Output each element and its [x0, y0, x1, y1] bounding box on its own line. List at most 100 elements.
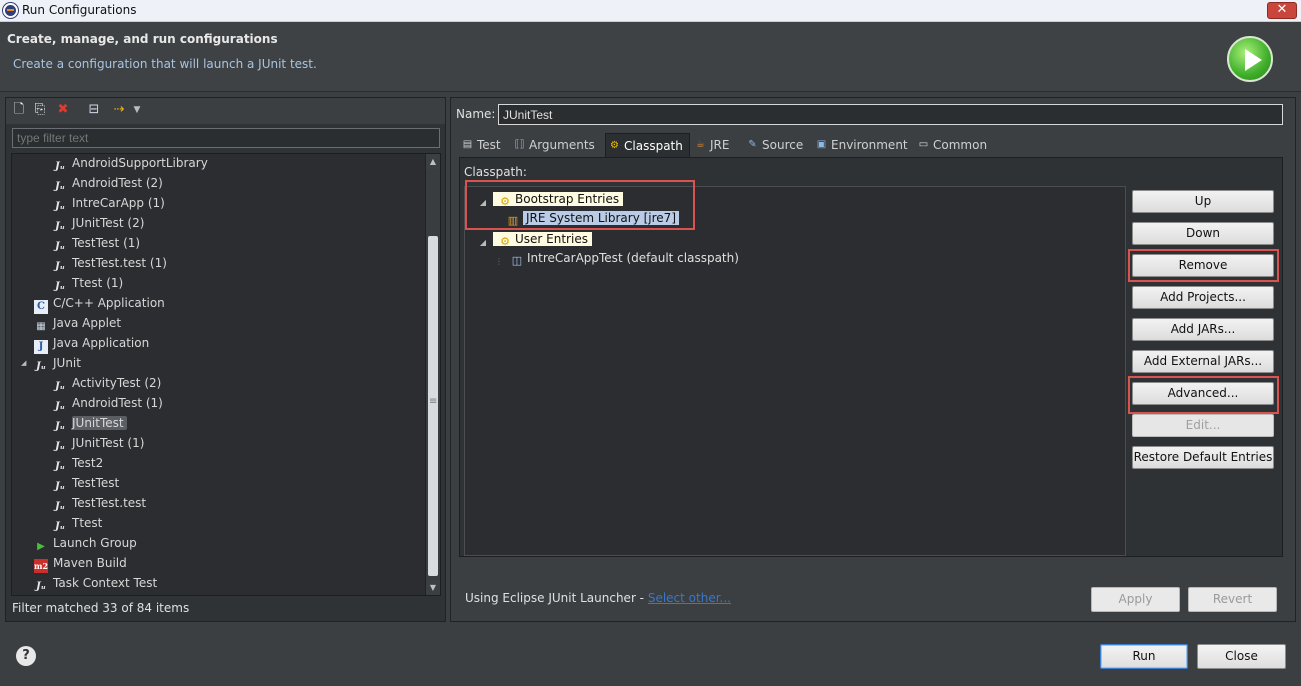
down-button[interactable]: Down [1132, 222, 1274, 245]
tab-label: JRE [710, 138, 730, 152]
tab-jre[interactable]: ☕ JRE [692, 133, 729, 157]
revert-button[interactable]: Revert [1188, 587, 1277, 612]
tree-item[interactable]: Jᵤ Task Context Test [34, 574, 157, 592]
configuration-tree: Jᵤ AndroidSupportLibrary Jᵤ AndroidTest (2)… [11, 153, 441, 596]
arguments-tab-icon: ⟦⟧ [514, 139, 525, 150]
tree-item[interactable]: Jᵤ TestTest.test (1) [53, 254, 167, 272]
test-tab-icon: ▤ [462, 139, 473, 150]
tree-item-label: AndroidTest (1) [72, 396, 163, 410]
tree-item[interactable]: Jᵤ AndroidTest (2) [53, 174, 163, 192]
tree-item[interactable]: Jᵤ TestTest.test [53, 494, 146, 512]
tab-label: Environment [831, 138, 908, 152]
configuration-editor-panel: Name: ▤ Test ⟦⟧ Arguments ⚙ Classpath ☕ JRE … [450, 97, 1296, 622]
tab-environment[interactable]: ▣ Environment [813, 133, 908, 157]
junit-icon: Jᵤ [36, 361, 46, 372]
dialog-header: Create, manage, and run configurations C… [0, 22, 1301, 92]
common-tab-icon: ▭ [918, 139, 929, 150]
launcher-text: Using Eclipse JUnit Launcher - [465, 591, 648, 605]
collapse-all-icon[interactable]: ⊟ [87, 103, 101, 117]
chevron-down-icon[interactable]: ▼ [130, 103, 144, 117]
window-titlebar: Run Configurations ✕ [0, 0, 1301, 22]
expand-toggle-icon[interactable]: ◢ [21, 354, 26, 372]
junit-icon: Jᵤ [55, 281, 65, 292]
tree-item[interactable]: Jᵤ JUnitTest (2) [53, 214, 144, 232]
tree-item-label: IntreCarApp (1) [72, 196, 165, 210]
maven-icon: m2 [34, 559, 49, 573]
tree-item-label: JUnitTest [72, 416, 127, 430]
tree-item[interactable]: ▦ Java Applet [34, 314, 121, 332]
tree-item[interactable]: Jᵤ JUnitTest [53, 414, 127, 432]
tree-item[interactable]: C C/C++ Application [34, 294, 165, 314]
apply-button[interactable]: Apply [1091, 587, 1180, 612]
tree-scrollbar[interactable]: ▲ ▼ [425, 154, 440, 595]
source-tab-icon: ✎ [748, 139, 757, 150]
add-jars-button[interactable]: Add JARs... [1132, 318, 1274, 341]
scroll-thumb[interactable] [428, 236, 438, 576]
select-other-launcher-link[interactable]: Select other... [648, 591, 731, 605]
tree-item[interactable]: ▶ Launch Group [34, 534, 137, 552]
filter-input[interactable] [12, 128, 440, 148]
tree-item[interactable]: J Java Application [34, 334, 149, 354]
project-entry-node[interactable]: ⋮ ◫ IntreCarAppTest (default classpath) [491, 249, 739, 267]
window-title: Run Configurations [22, 3, 137, 17]
help-icon[interactable]: ? [16, 646, 36, 666]
tree-item-label: JUnitTest (2) [72, 216, 145, 230]
new-config-icon[interactable]: 🗋 [12, 103, 26, 117]
window-close-button[interactable]: ✕ [1267, 2, 1297, 19]
tree-item-label: AndroidTest (2) [72, 176, 163, 190]
user-entries-node[interactable]: ◢ ⚙ User Entries [475, 230, 592, 248]
tree-item[interactable]: Jᵤ AndroidSupportLibrary [53, 154, 208, 172]
tree-item[interactable]: Jᵤ JUnitTest (1) [53, 434, 144, 452]
edit-button[interactable]: Edit... [1132, 414, 1274, 437]
scroll-up-arrow[interactable]: ▲ [426, 154, 440, 169]
tab-label: Source [762, 138, 804, 152]
scroll-down-arrow[interactable]: ▼ [426, 580, 440, 595]
tab-label: Arguments [529, 138, 595, 152]
tab-source[interactable]: ✎ Source [744, 133, 803, 157]
delete-icon[interactable]: ✖ [56, 103, 70, 117]
filter-icon[interactable]: ⇢ [112, 103, 126, 117]
name-field[interactable] [498, 104, 1283, 125]
add-external-jars-button[interactable]: Add External JARs... [1132, 350, 1274, 373]
junit-icon: Jᵤ [55, 421, 65, 432]
junit-icon: Jᵤ [55, 261, 65, 272]
configuration-list-panel: 🗋 ⎘ ✖ ⊟ ⇢ ▼ Jᵤ AndroidSupportLibrary Jᵤ And… [5, 97, 446, 622]
java-app-icon: J [34, 340, 48, 354]
up-button[interactable]: Up [1132, 190, 1274, 213]
add-projects-button[interactable]: Add Projects... [1132, 286, 1274, 309]
tree-item-label: TestTest.test [72, 496, 147, 510]
close-button[interactable]: Close [1197, 644, 1286, 669]
tab-test[interactable]: ▤ Test [459, 133, 501, 157]
task-context-icon: Jᵤ [36, 581, 46, 592]
duplicate-icon[interactable]: ⎘ [33, 103, 47, 117]
launch-group-icon: ▶ [37, 541, 45, 552]
tab-label: Classpath [624, 139, 683, 153]
tree-item[interactable]: Jᵤ AndroidTest (1) [53, 394, 163, 412]
tree-item[interactable]: Jᵤ TestTest (1) [53, 234, 140, 252]
tree-item[interactable]: m2 Maven Build [34, 554, 127, 573]
classpath-tab-icon: ⚙ [610, 140, 619, 151]
tree-item[interactable]: Jᵤ IntreCarApp (1) [53, 194, 165, 212]
run-button[interactable]: Run [1100, 644, 1188, 669]
tree-item[interactable]: Jᵤ ActivityTest (2) [53, 374, 161, 392]
tab-arguments[interactable]: ⟦⟧ Arguments [511, 133, 595, 157]
tree-item[interactable]: Jᵤ TestTest [53, 474, 119, 492]
restore-default-entries-button[interactable]: Restore Default Entries [1132, 446, 1274, 469]
expand-toggle-icon[interactable]: ◢ [475, 236, 491, 250]
tree-item-label: TestTest.test (1) [72, 256, 167, 270]
tree-item[interactable]: Jᵤ Ttest (1) [53, 274, 123, 292]
tab-classpath[interactable]: ⚙ Classpath [605, 133, 690, 157]
highlight-box [465, 180, 695, 230]
tree-item-label: Test2 [72, 456, 104, 470]
tab-common[interactable]: ▭ Common [915, 133, 987, 157]
tree-item-label: JUnit [53, 356, 81, 370]
junit-icon: Jᵤ [55, 201, 65, 212]
tree-item-label: Maven Build [53, 556, 127, 570]
highlight-box [1128, 249, 1279, 282]
tree-item[interactable]: Jᵤ Test2 [53, 454, 103, 472]
tree-item[interactable]: Jᵤ Ttest [53, 514, 102, 532]
filter-status: Filter matched 33 of 84 items [12, 601, 190, 615]
project-icon: ◫ [511, 254, 523, 267]
junit-icon: Jᵤ [55, 441, 65, 452]
tree-item[interactable]: ◢ Jᵤ JUnit [21, 354, 81, 372]
